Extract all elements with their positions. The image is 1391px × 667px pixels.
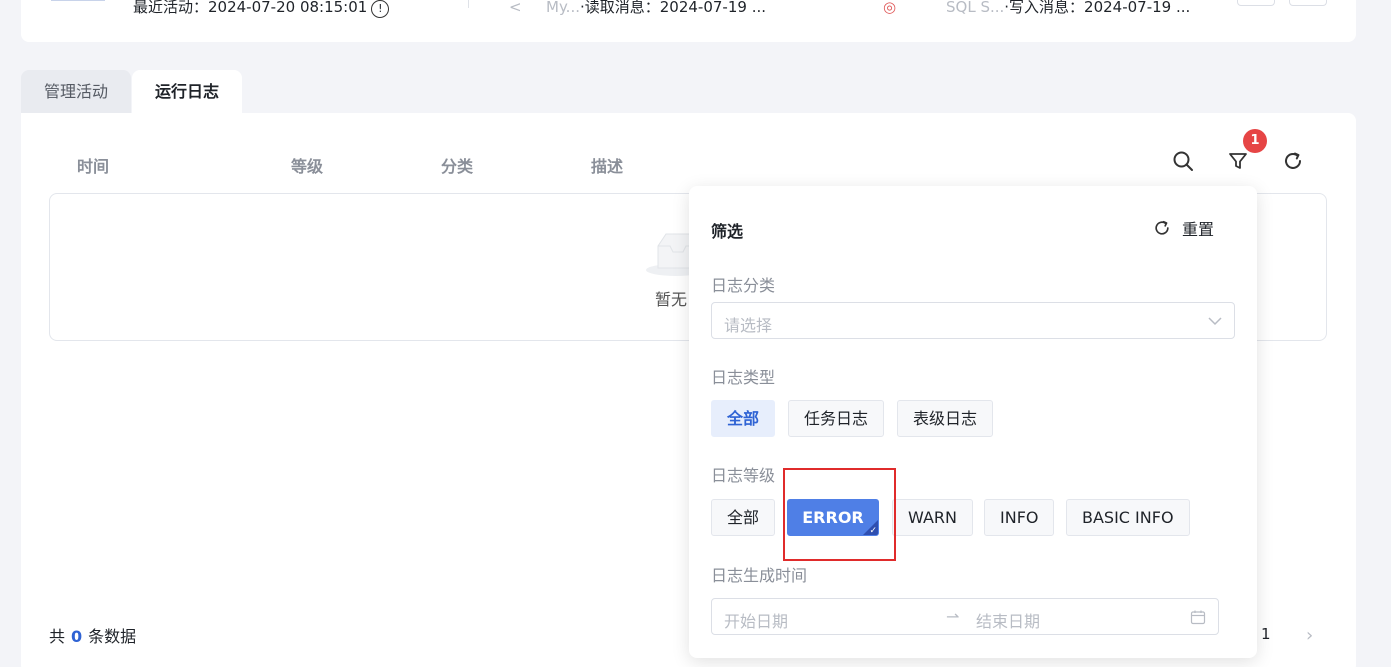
next-page-icon[interactable]: › [1306, 625, 1313, 646]
time-label: 日志生成时间 [711, 566, 808, 585]
last-active-text: 最近活动：2024-07-20 08:15:01! [133, 0, 390, 18]
category-select[interactable]: 请选择 [711, 302, 1235, 339]
start-date-input[interactable]: 开始日期 [724, 608, 788, 632]
refresh-icon[interactable] [1281, 149, 1305, 173]
type-label: 日志类型 [711, 368, 776, 387]
arrow-right-icon: ⇀ [946, 607, 960, 626]
category-label: 日志分类 [711, 276, 776, 295]
search-icon[interactable] [1171, 149, 1195, 173]
level-label: 日志等级 [711, 466, 776, 485]
level-option-basic-info[interactable]: BASIC INFO [1066, 499, 1190, 536]
end-date-input[interactable]: 结束日期 [976, 608, 1040, 632]
total-count: 共 0 条数据 [49, 627, 137, 646]
divider [468, 0, 469, 8]
summary-card: 最近活动：2024-07-20 08:15:01! < My...·读取消息：2… [21, 0, 1356, 42]
card-action-button[interactable] [1237, 0, 1275, 6]
filter-popover: 筛选 重置 日志分类 请选择 日志类型 全部 任务日志 表级日志 日志等级 全部… [689, 186, 1257, 658]
avatar [51, 0, 105, 1]
column-header-level[interactable]: 等级 [291, 153, 323, 177]
filter-title: 筛选 [711, 222, 744, 241]
sql-server-logo-icon: ◎ [883, 0, 897, 16]
filter-count-badge: 1 [1243, 129, 1267, 153]
column-header-time[interactable]: 时间 [77, 153, 109, 177]
empty-text: 暂无 [655, 290, 688, 309]
tab-manage-activity[interactable]: 管理活动 [21, 70, 132, 113]
filter-icon[interactable] [1226, 149, 1250, 173]
info-icon[interactable]: ! [371, 0, 390, 18]
page-number[interactable]: 1 [1261, 625, 1271, 643]
reset-label: 重置 [1182, 220, 1215, 239]
highlight-box [783, 468, 896, 561]
level-option-all[interactable]: 全部 [711, 499, 776, 536]
reset-icon [1155, 220, 1169, 235]
type-option-table-log[interactable]: 表级日志 [897, 400, 994, 437]
reset-button[interactable]: 重置 [1152, 216, 1214, 240]
chevron-left-icon[interactable]: < [509, 0, 522, 15]
column-header-category[interactable]: 分类 [441, 153, 473, 177]
date-range-picker[interactable]: 开始日期 ⇀ 结束日期 [711, 598, 1219, 635]
tab-run-log[interactable]: 运行日志 [132, 70, 243, 113]
category-placeholder: 请选择 [724, 316, 773, 335]
tab-bar: 管理活动 运行日志 [21, 70, 243, 113]
calendar-icon [1190, 610, 1206, 625]
source-read-info: My...·读取消息：2024-07-19 ... [546, 0, 766, 16]
type-option-all[interactable]: 全部 [711, 400, 776, 437]
source-write-info: SQL S...·写入消息：2024-07-19 ... [946, 0, 1191, 16]
type-option-task-log[interactable]: 任务日志 [788, 400, 885, 437]
level-option-warn[interactable]: WARN [892, 499, 973, 536]
level-option-info[interactable]: INFO [984, 499, 1055, 536]
card-action-button[interactable] [1289, 0, 1327, 6]
chevron-down-icon [1208, 317, 1222, 326]
column-header-description[interactable]: 描述 [591, 153, 623, 177]
